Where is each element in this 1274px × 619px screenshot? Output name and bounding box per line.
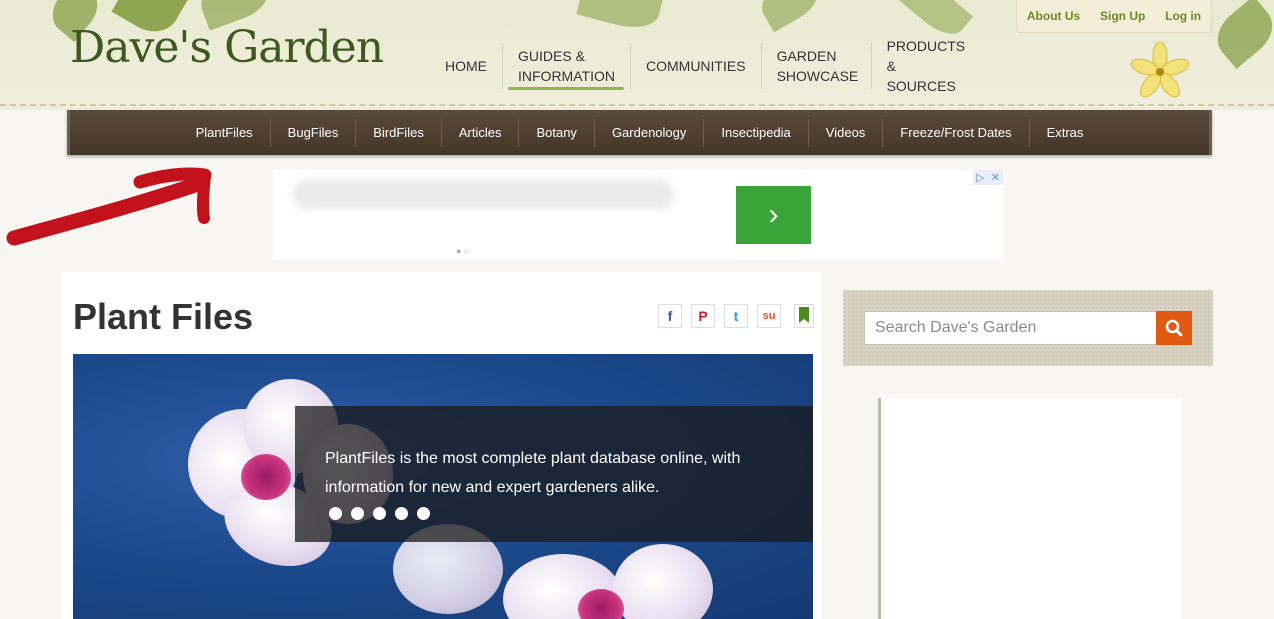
subnav-extras[interactable]: Extras: [1028, 118, 1101, 147]
hero-caption-overlay: PlantFiles is the most complete plant da…: [295, 406, 813, 542]
adchoices-icon: ▷: [976, 172, 985, 184]
slide-pager: [329, 507, 430, 520]
site-logo[interactable]: Dave's Garden: [70, 22, 384, 73]
red-arrow-annotation-icon: [6, 167, 212, 246]
subnav-plantfiles[interactable]: PlantFiles: [179, 119, 270, 147]
main-nav-home[interactable]: HOME: [430, 43, 502, 89]
main-nav: HOME GUIDES & INFORMATION COMMUNITIES GA…: [430, 38, 983, 94]
category-nav-bar: PlantFiles BugFiles BirdFiles Articles B…: [67, 110, 1212, 155]
account-links: About Us Sign Up Log in: [1016, 0, 1212, 33]
log-in-link[interactable]: Log in: [1165, 9, 1201, 23]
main-nav-products-sources[interactable]: PRODUCTS & SOURCES: [870, 38, 983, 94]
search-input[interactable]: [864, 311, 1157, 345]
sidebar-ad[interactable]: [878, 398, 1181, 619]
twitter-icon[interactable]: t: [724, 304, 748, 328]
main-content: Plant Files f P t su PlantFiles is the m…: [62, 272, 822, 619]
lily-flower-icon: [1130, 42, 1190, 98]
site-header: Dave's Garden HOME GUIDES & INFORMATION …: [0, 0, 1274, 110]
facebook-icon[interactable]: f: [658, 304, 682, 328]
slide-dot[interactable]: [417, 507, 430, 520]
banner-ad[interactable]: › ▷ ✕ ● ○: [273, 170, 1003, 260]
subnav-botany[interactable]: Botany: [518, 118, 593, 147]
ad-go-button[interactable]: ›: [736, 186, 811, 244]
leaf-decoration: [754, 0, 826, 33]
ad-pager-dots: ● ○: [456, 246, 470, 256]
slide-dot[interactable]: [373, 507, 386, 520]
header-stitch-border: [0, 104, 1274, 106]
site-search-panel: [843, 290, 1213, 366]
main-nav-guides-information[interactable]: GUIDES & INFORMATION: [502, 43, 630, 89]
main-nav-communities[interactable]: COMMUNITIES: [630, 43, 761, 89]
stumbleupon-icon[interactable]: su: [757, 304, 781, 328]
search-button[interactable]: [1156, 311, 1192, 345]
active-nav-underline: [508, 87, 624, 90]
sign-up-link[interactable]: Sign Up: [1100, 9, 1145, 23]
subnav-bugfiles[interactable]: BugFiles: [269, 118, 356, 147]
subnav-videos[interactable]: Videos: [807, 118, 883, 147]
slide-dot[interactable]: [329, 507, 342, 520]
social-share-buttons: f P t su: [658, 304, 781, 328]
about-us-link[interactable]: About Us: [1027, 9, 1080, 23]
slide-dot[interactable]: [395, 507, 408, 520]
main-nav-garden-showcase[interactable]: GARDEN SHOWCASE: [760, 43, 871, 89]
subnav-freeze-frost-dates[interactable]: Freeze/Frost Dates: [882, 118, 1028, 147]
subnav-articles[interactable]: Articles: [440, 118, 519, 147]
leaf-decoration: [576, 0, 664, 35]
search-icon: [1165, 319, 1183, 337]
ad-close-icon[interactable]: ✕: [991, 171, 1000, 184]
slide-dot[interactable]: [351, 507, 364, 520]
adchoices-badge[interactable]: ▷ ✕: [973, 170, 1003, 185]
subnav-insectipedia[interactable]: Insectipedia: [703, 118, 807, 147]
subnav-gardenology[interactable]: Gardenology: [593, 118, 703, 147]
pinterest-icon[interactable]: P: [691, 304, 715, 328]
hero-caption-text: PlantFiles is the most complete plant da…: [325, 450, 741, 496]
page-title: Plant Files: [73, 296, 254, 337]
hero-slideshow[interactable]: PlantFiles is the most complete plant da…: [73, 354, 813, 619]
orchid-petal: [613, 544, 713, 619]
leaf-decoration: [1207, 0, 1274, 70]
bookmark-icon[interactable]: [794, 304, 814, 328]
subnav-birdfiles[interactable]: BirdFiles: [355, 118, 441, 147]
ad-blurred-text: [293, 180, 673, 210]
orchid-lip: [241, 454, 291, 500]
